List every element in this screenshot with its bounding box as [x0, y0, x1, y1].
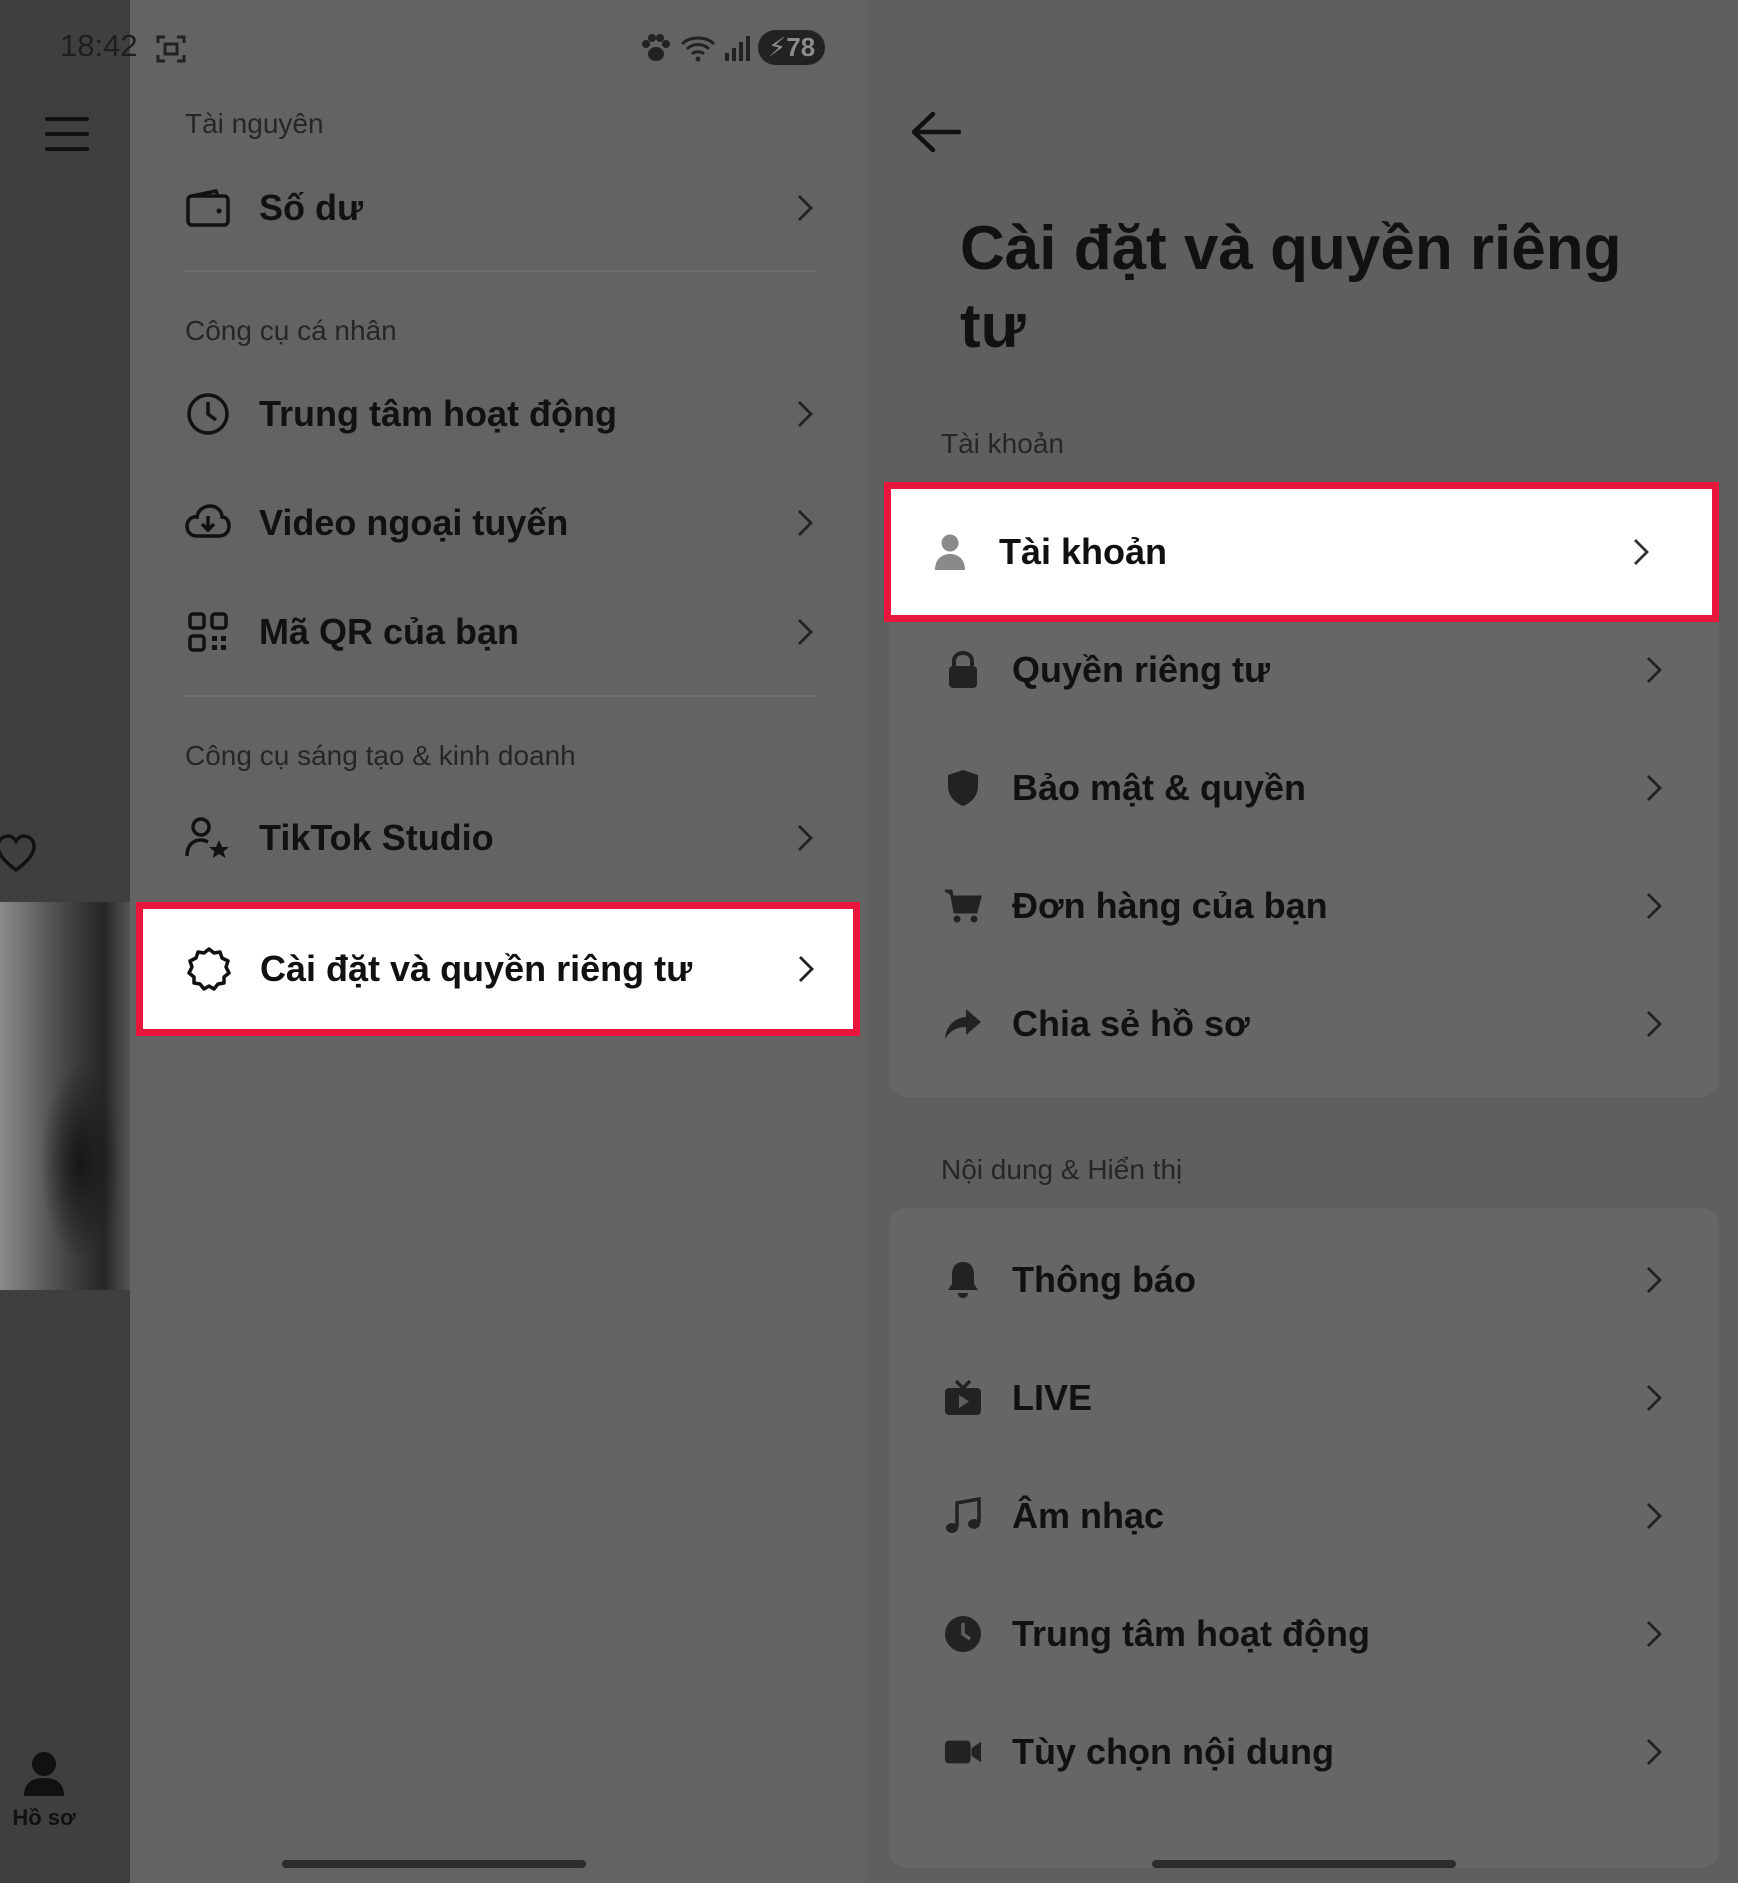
gear-icon	[186, 946, 232, 992]
signal-icon	[725, 35, 750, 61]
section-header-resources: Tài nguyên	[185, 108, 324, 139]
heart-icon	[0, 834, 36, 873]
qr-code-icon	[185, 609, 231, 655]
chevron-right-icon	[1647, 1011, 1662, 1037]
menu-item-label: Tài khoản	[999, 531, 1168, 572]
menu-item-label: Trung tâm hoạt động	[1012, 1613, 1370, 1654]
clock-icon	[944, 1614, 982, 1654]
clock-icon	[185, 391, 231, 437]
lock-icon	[944, 650, 982, 690]
menu-item-label: Tùy chọn nội dung	[1012, 1731, 1334, 1772]
menu-item-label: Mã QR của bạn	[259, 611, 520, 652]
menu-item-label: Cài đặt và quyền riêng tư	[260, 948, 693, 989]
chevron-right-icon	[798, 825, 813, 851]
menu-item-label: Bảo mật & quyền	[1012, 767, 1307, 808]
left-screenshot: Hồ sơ 18:42 ⚡78 Tài nguyên Số dư Công cụ…	[0, 0, 869, 1883]
back-arrow-icon[interactable]	[909, 110, 961, 154]
menu-item-privacy[interactable]: Quyền riêng tư	[944, 630, 1664, 710]
menu-item-label: Video ngoại tuyến	[259, 502, 569, 543]
right-screenshot: Cài đặt và quyền riêng tư Tài khoản Quyề…	[869, 0, 1738, 1883]
menu-item-offline-videos[interactable]: Video ngoại tuyến	[185, 483, 815, 563]
chevron-right-icon	[1647, 1385, 1662, 1411]
divider	[185, 270, 815, 272]
menu-item-label: Trung tâm hoạt động	[259, 393, 617, 434]
menu-item-settings-privacy[interactable]: Cài đặt và quyền riêng tư	[186, 929, 816, 1009]
menu-item-label: Số dư	[259, 187, 364, 228]
profile-tab-label: Hồ sơ	[12, 1805, 76, 1830]
menu-item-orders[interactable]: Đơn hàng của bạn	[944, 866, 1664, 946]
menu-item-activity-center[interactable]: Trung tâm hoạt động	[944, 1594, 1664, 1674]
chevron-right-icon	[1634, 539, 1649, 565]
menu-item-music[interactable]: Âm nhạc	[944, 1476, 1664, 1556]
menu-item-notifications[interactable]: Thông báo	[944, 1240, 1664, 1320]
menu-item-security[interactable]: Bảo mật & quyền	[944, 748, 1664, 828]
home-indicator	[282, 1860, 586, 1868]
home-indicator	[1152, 1860, 1456, 1868]
menu-item-label: Quyền riêng tư	[1012, 649, 1271, 690]
screenshot-icon	[156, 35, 186, 63]
status-time: 18:42	[60, 28, 138, 63]
menu-item-label: LIVE	[1012, 1377, 1093, 1418]
menu-item-content-preferences[interactable]: Tùy chọn nội dung	[944, 1712, 1664, 1792]
menu-item-share-profile[interactable]: Chia sẻ hồ sơ	[944, 984, 1664, 1064]
divider	[185, 695, 815, 697]
chevron-right-icon	[798, 195, 813, 221]
background-profile-page: Hồ sơ	[0, 0, 130, 1883]
menu-icon[interactable]	[45, 117, 89, 151]
menu-item-label: Chia sẻ hồ sơ	[1012, 1003, 1250, 1044]
section-header-personal-tools: Công cụ cá nhân	[185, 315, 397, 346]
menu-item-qr-code[interactable]: Mã QR của bạn	[185, 592, 815, 672]
menu-item-balance[interactable]: Số dư	[185, 168, 815, 248]
profile-tab[interactable]: Hồ sơ	[0, 1750, 88, 1831]
share-icon	[944, 1004, 982, 1044]
chevron-right-icon	[1647, 1503, 1662, 1529]
menu-item-tiktok-studio[interactable]: TikTok Studio	[185, 798, 815, 878]
section-header-account: Tài khoản	[941, 428, 1064, 459]
wallet-icon	[185, 185, 231, 231]
menu-item-label: Âm nhạc	[1012, 1495, 1165, 1536]
menu-item-account[interactable]: Tài khoản	[931, 512, 1651, 592]
person-icon	[24, 1752, 64, 1796]
menu-item-live[interactable]: LIVE	[944, 1358, 1664, 1438]
menu-item-label: TikTok Studio	[259, 817, 494, 858]
page-title: Cài đặt và quyền riêng tư	[960, 214, 1622, 361]
shield-icon	[944, 768, 982, 808]
chevron-right-icon	[1647, 1621, 1662, 1647]
status-icons: ⚡78	[640, 30, 826, 65]
cloud-download-icon	[185, 500, 231, 546]
chevron-right-icon	[1647, 893, 1662, 919]
person-icon	[931, 532, 969, 572]
tv-icon	[944, 1378, 982, 1418]
chevron-right-icon	[798, 510, 813, 536]
chevron-right-icon	[799, 956, 814, 982]
menu-item-label: Đơn hàng của bạn	[1012, 885, 1328, 926]
highlight-account: Tài khoản	[884, 482, 1719, 622]
section-header-content-display: Nội dung & Hiển thị	[941, 1154, 1183, 1185]
music-icon	[944, 1496, 982, 1536]
chevron-right-icon	[1647, 775, 1662, 801]
content-display-card: Thông báo LIVE Âm nhạc Trung tâm hoạt độ…	[889, 1208, 1719, 1868]
menu-item-label: Thông báo	[1012, 1259, 1196, 1300]
blurred-video-thumbnail	[0, 902, 130, 1290]
wifi-icon	[680, 36, 716, 61]
chevron-right-icon	[798, 401, 813, 427]
chevron-right-icon	[1647, 657, 1662, 683]
user-star-icon	[185, 815, 231, 861]
chevron-right-icon	[1647, 1267, 1662, 1293]
highlight-settings-privacy: Cài đặt và quyền riêng tư	[136, 902, 860, 1036]
paw-icon	[642, 33, 670, 61]
chevron-right-icon	[798, 619, 813, 645]
section-header-creator-tools: Công cụ sáng tạo & kinh doanh	[185, 740, 576, 771]
cart-icon	[944, 886, 982, 926]
battery-indicator: ⚡78	[758, 30, 826, 65]
chevron-right-icon	[1647, 1739, 1662, 1765]
menu-item-activity-center[interactable]: Trung tâm hoạt động	[185, 374, 815, 454]
video-camera-icon	[944, 1732, 982, 1772]
bell-icon	[944, 1260, 982, 1300]
